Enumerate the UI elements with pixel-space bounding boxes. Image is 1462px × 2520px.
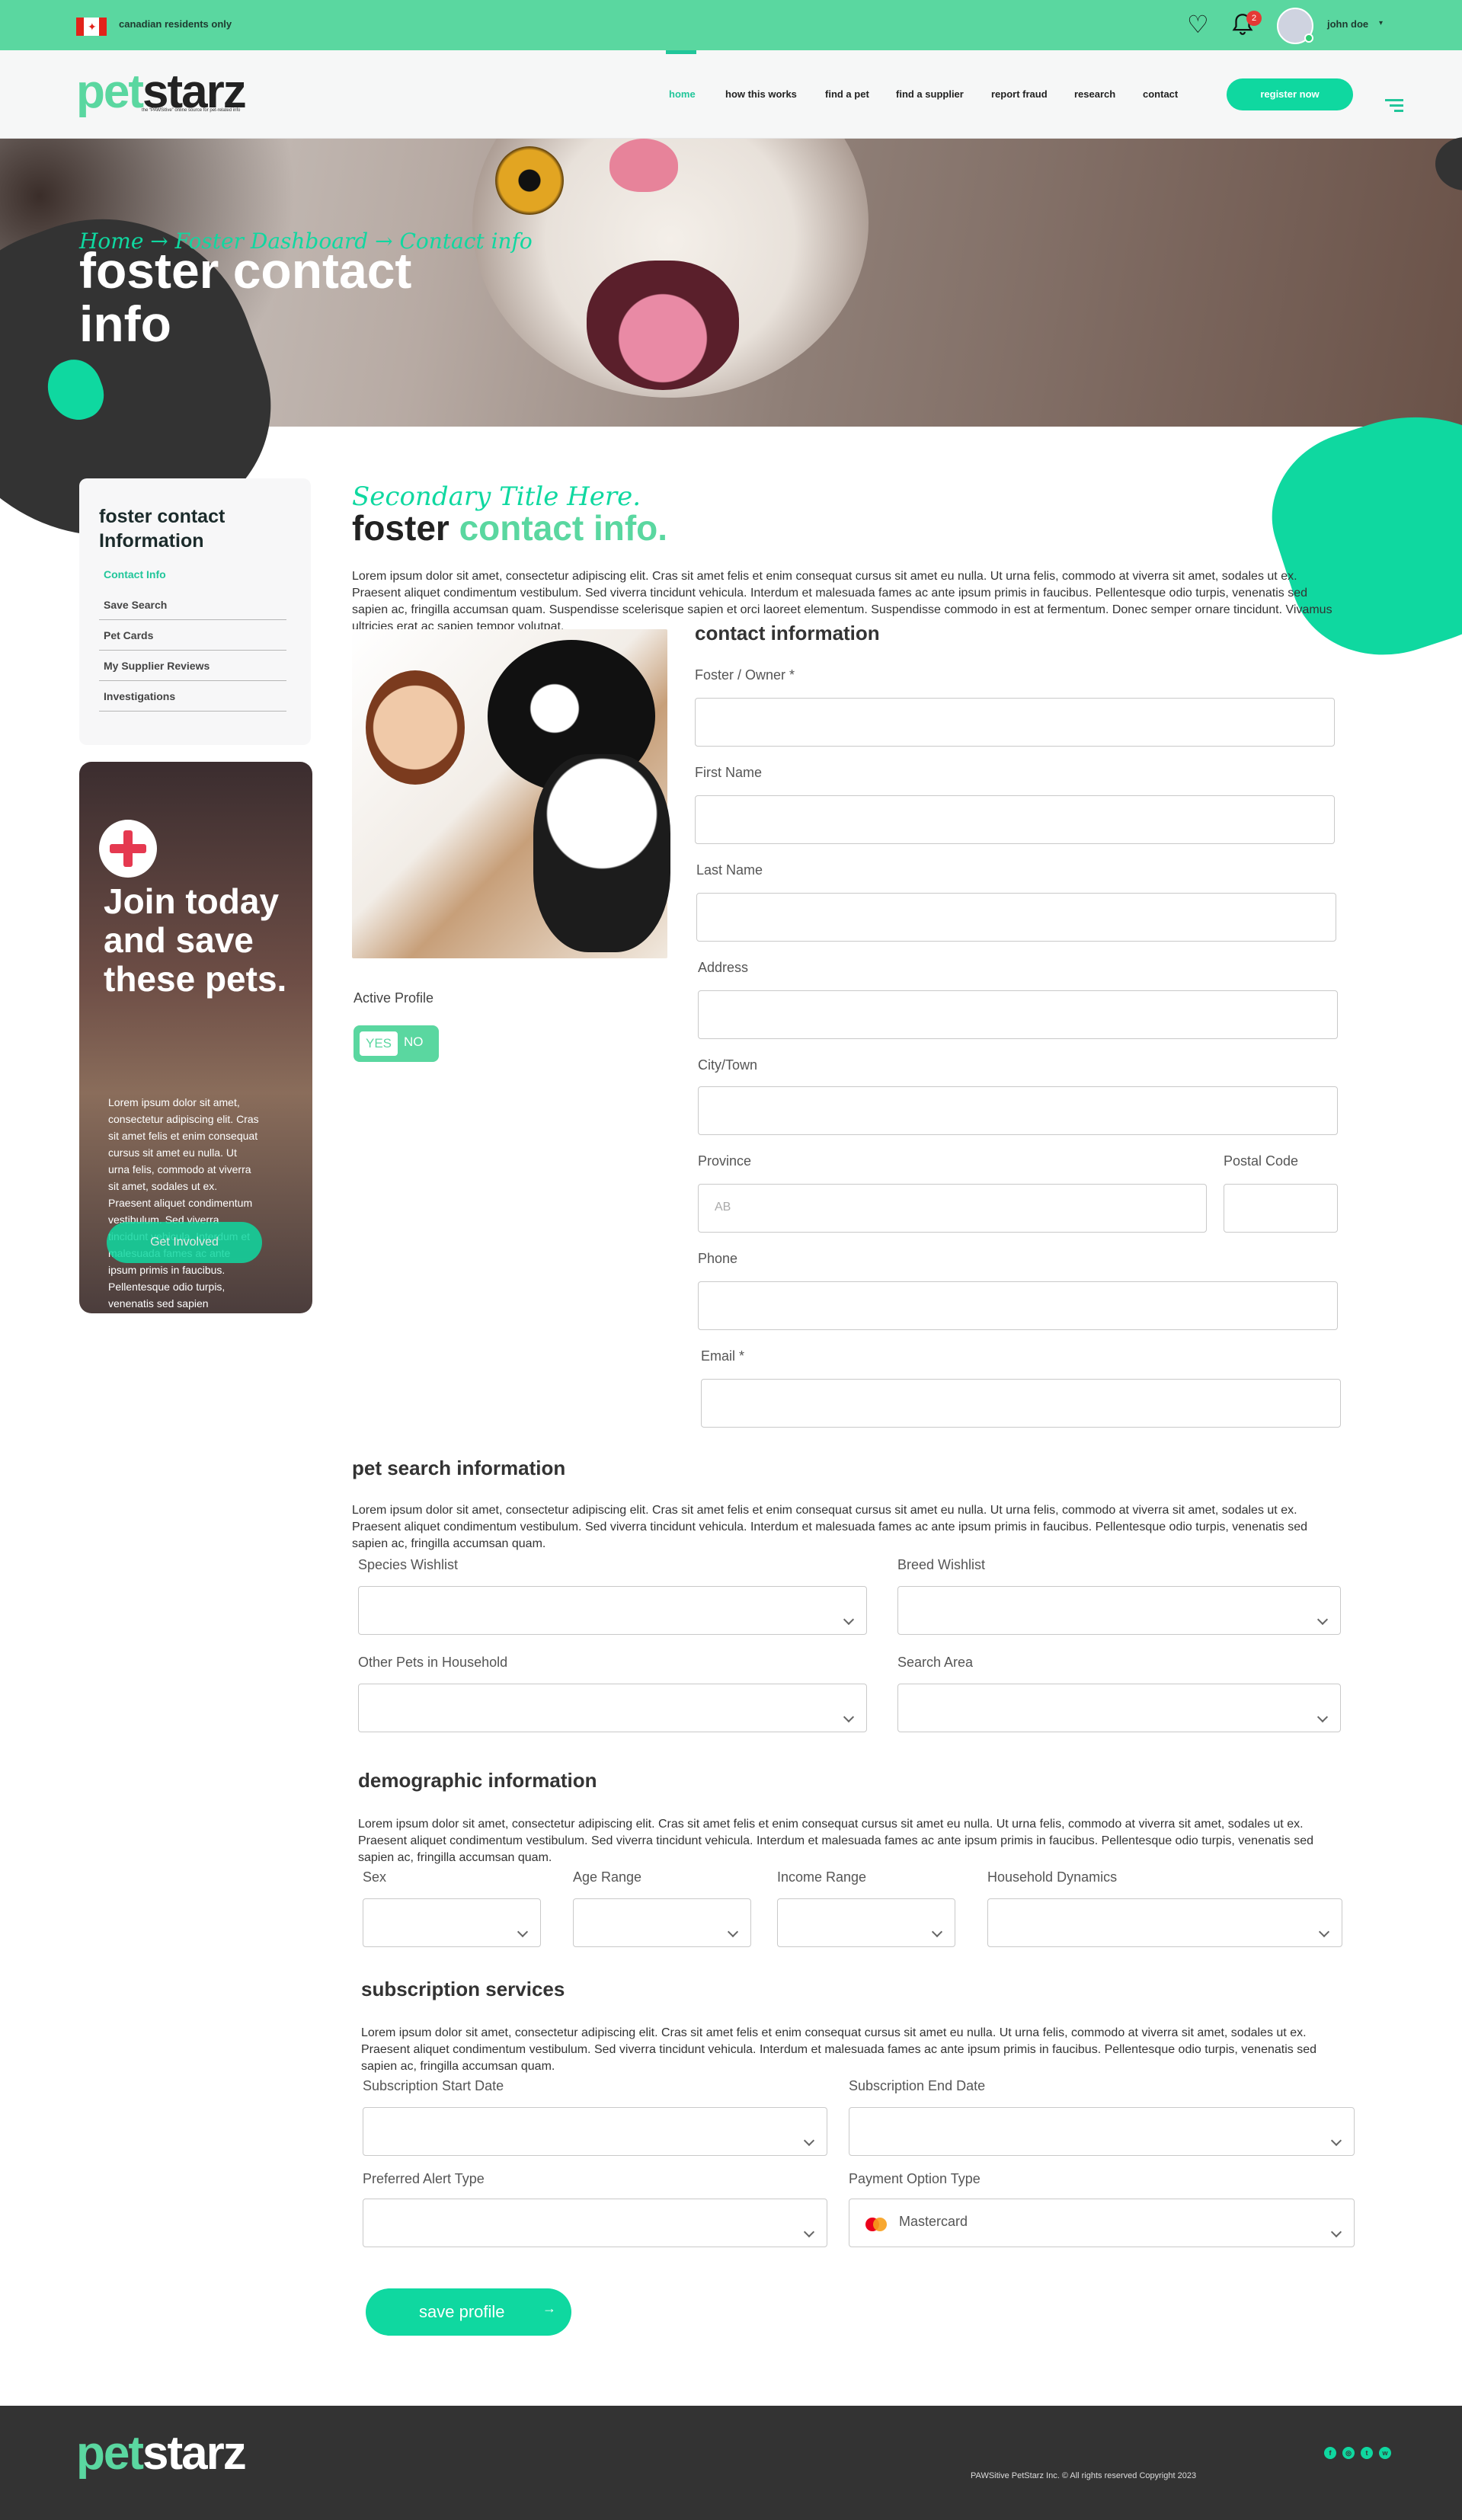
last-name-label: Last Name [696,862,763,878]
hamburger-menu-icon[interactable] [1385,99,1403,114]
subscription-text: Lorem ipsum dolor sit amet, consectetur … [361,2026,1316,2073]
sidebar-item-pet-cards[interactable]: Pet Cards [99,620,286,651]
first-name-label: First Name [695,765,763,780]
online-status-dot [1304,34,1313,43]
search-area-label: Search Area [897,1655,974,1670]
pet-search-text: Lorem ipsum dolor sit amet, consectetur … [352,1504,1307,1550]
city-label: City/Town [698,1057,758,1073]
species-wishlist-label: Species Wishlist [358,1557,459,1572]
canada-flag-icon: ✦ [76,18,107,36]
favorites-heart-icon[interactable]: ♡ [1187,11,1209,38]
search-area-select[interactable] [897,1684,1341,1732]
active-profile-label: Active Profile [354,990,434,1006]
demographic-heading: demographic information [358,1769,597,1792]
first-name-field[interactable] [695,795,1335,844]
facebook-icon[interactable]: f [1324,2447,1336,2459]
decorative-blob-green-right [1250,382,1462,681]
sex-label: Sex [363,1869,387,1885]
arrow-right-icon: → [542,2301,556,2316]
photo-person [366,670,465,785]
age-range-label: Age Range [573,1869,642,1885]
income-range-label: Income Range [777,1869,867,1885]
email-label: Email * [701,1348,745,1364]
register-now-button[interactable]: register now [1227,78,1353,110]
other-pets-select[interactable] [358,1684,867,1732]
toggle-yes[interactable]: YES [358,1030,399,1057]
cat-eye-image [495,146,564,215]
nav-how-this-works[interactable]: how this works [725,88,797,100]
instagram-icon[interactable]: ◎ [1342,2447,1355,2459]
page-title: foster contact info [79,242,412,352]
active-nav-marker [666,50,696,54]
sex-select[interactable] [363,1898,541,1947]
payment-type-label: Payment Option Type [849,2171,981,2186]
promo-text: Lorem ipsum dolor sit amet, consectetur … [108,1096,259,1310]
household-dynamics-select[interactable] [987,1898,1342,1947]
whatsapp-icon[interactable]: w [1379,2447,1391,2459]
owner-label: Foster / Owner * [695,667,795,683]
end-date-field[interactable] [849,2107,1355,2156]
postal-code-label: Postal Code [1224,1153,1299,1169]
promo-title: Join today and save these pets. [104,881,287,999]
start-date-field[interactable] [363,2107,827,2156]
sidebar-item-contact-info[interactable]: Contact Info [99,559,286,590]
copyright-text: PAWSitive PetStarz Inc. © All rights res… [971,2471,1197,2480]
breed-wishlist-select[interactable] [897,1586,1341,1635]
nav-home[interactable]: home [669,88,696,100]
twitter-icon[interactable]: t [1361,2447,1373,2459]
sidebar-item-supplier-reviews[interactable]: My Supplier Reviews [99,651,286,681]
alert-type-select[interactable] [363,2199,827,2247]
breed-wishlist-label: Breed Wishlist [897,1557,986,1572]
sidebar-item-save-search[interactable]: Save Search [99,590,286,620]
other-pets-label: Other Pets in Household [358,1655,508,1670]
pet-search-heading: pet search information [352,1457,566,1479]
email-field[interactable] [701,1379,1341,1428]
household-dynamics-label: Household Dynamics [987,1869,1118,1885]
save-profile-button[interactable]: save profile [366,2288,571,2336]
city-field[interactable] [698,1086,1338,1135]
nav-report-fraud[interactable]: report fraud [991,88,1048,100]
section-title: foster contact info. [352,508,668,548]
owner-field[interactable] [695,698,1335,747]
toggle-no[interactable]: NO [404,1035,424,1050]
get-involved-button[interactable]: Get Involved [107,1222,262,1263]
address-field[interactable] [698,990,1338,1039]
postal-code-field[interactable] [1224,1184,1338,1233]
nav-find-a-pet[interactable]: find a pet [825,88,869,100]
phone-field[interactable] [698,1281,1338,1330]
mastercard-icon [865,2217,888,2232]
sidebar-title: foster contact Information [99,506,226,552]
end-date-label: Subscription End Date [849,2078,986,2093]
medical-cross-icon-bar [110,844,146,853]
username-label[interactable]: john doe [1327,18,1368,30]
nav-contact[interactable]: contact [1143,88,1178,100]
demographic-text: Lorem ipsum dolor sit amet, consectetur … [358,1818,1313,1864]
nav-find-a-supplier[interactable]: find a supplier [896,88,964,100]
age-range-select[interactable] [573,1898,751,1947]
phone-label: Phone [698,1251,738,1266]
cat-mouth-image [587,261,739,390]
photo-dog-body [533,754,670,952]
cat-nose-image [609,139,678,192]
income-range-select[interactable] [777,1898,955,1947]
alert-type-label: Preferred Alert Type [363,2171,485,2186]
footer-logo[interactable]: petstarz [76,2429,247,2479]
subscription-heading: subscription services [361,1978,565,2000]
province-label: Province [698,1153,752,1169]
sidebar-item-investigations[interactable]: Investigations [99,681,286,712]
contact-info-heading: contact information [695,622,880,644]
nav-research[interactable]: research [1074,88,1115,100]
logo-tagline: the “PAWSitive” online source for pet-re… [142,108,241,113]
province-field[interactable] [698,1184,1207,1233]
last-name-field[interactable] [696,893,1336,942]
chevron-down-icon[interactable]: ▾ [1379,19,1383,27]
province-placeholder: AB [715,1201,731,1214]
residents-notice: canadian residents only [119,18,232,30]
notification-count-badge: 2 [1246,11,1262,26]
address-label: Address [698,960,749,975]
payment-type-value: Mastercard [899,2214,968,2229]
start-date-label: Subscription Start Date [363,2078,504,2093]
species-wishlist-select[interactable] [358,1586,867,1635]
